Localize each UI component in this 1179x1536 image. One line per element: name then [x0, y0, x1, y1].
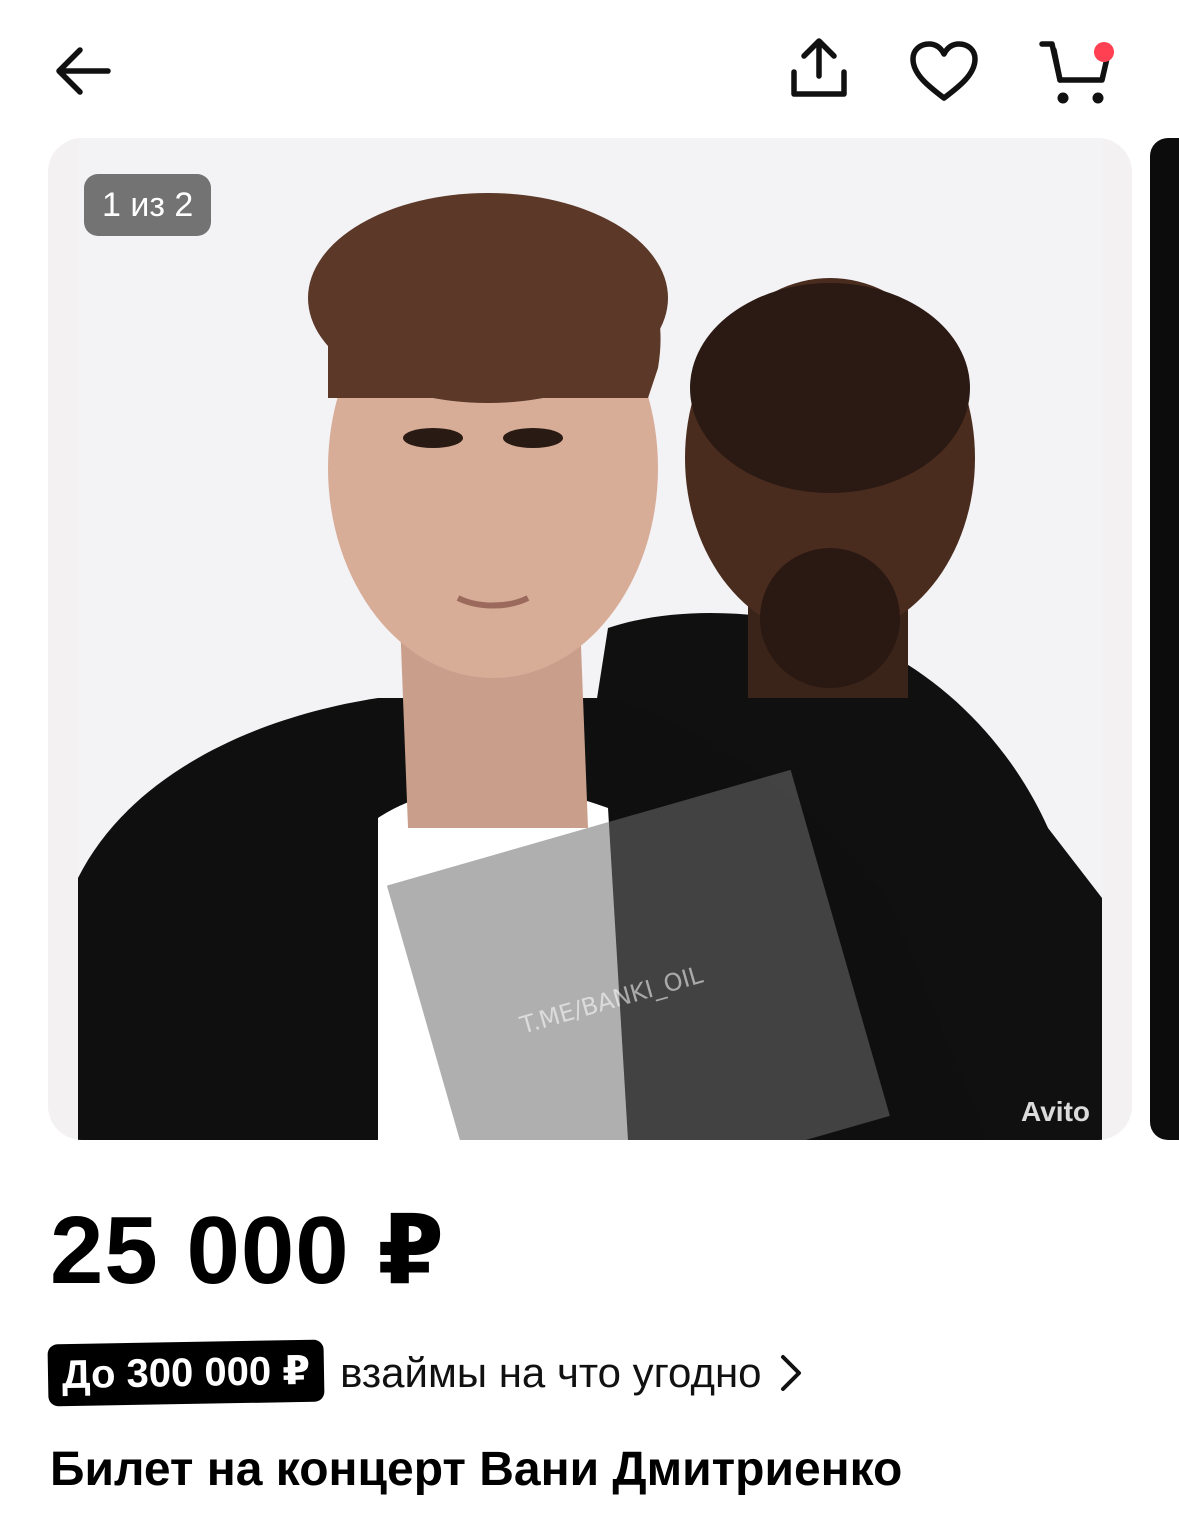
avito-watermark: Avito	[1021, 1096, 1090, 1127]
next-photo-peek[interactable]	[1150, 138, 1179, 1140]
loan-promo-badge: До 300 000 ₽	[47, 1339, 325, 1407]
photo-counter: 1 из 2	[84, 174, 212, 236]
loan-promo[interactable]: До 300 000 ₽ взаймы на что угодно	[47, 1339, 804, 1407]
share-upload-icon[interactable]	[786, 36, 852, 102]
top-app-bar	[0, 0, 1179, 140]
cart-notification-dot	[1094, 42, 1114, 62]
chevron-right-icon	[780, 1355, 801, 1391]
listing-photo: T.ME/BANKI_OIL	[78, 138, 1102, 1140]
listing-title: Билет на концерт Вани Дмитриенко	[50, 1443, 903, 1496]
loan-promo-text: взаймы на что угодно	[340, 1349, 762, 1396]
heart-icon[interactable]	[908, 40, 980, 104]
listing-price: 25 000 ₽	[50, 1197, 446, 1304]
photo-gallery[interactable]: T.ME/BANKI_OIL 1 из 2 Avito	[48, 138, 1132, 1140]
arrow-left-icon[interactable]	[52, 40, 114, 102]
